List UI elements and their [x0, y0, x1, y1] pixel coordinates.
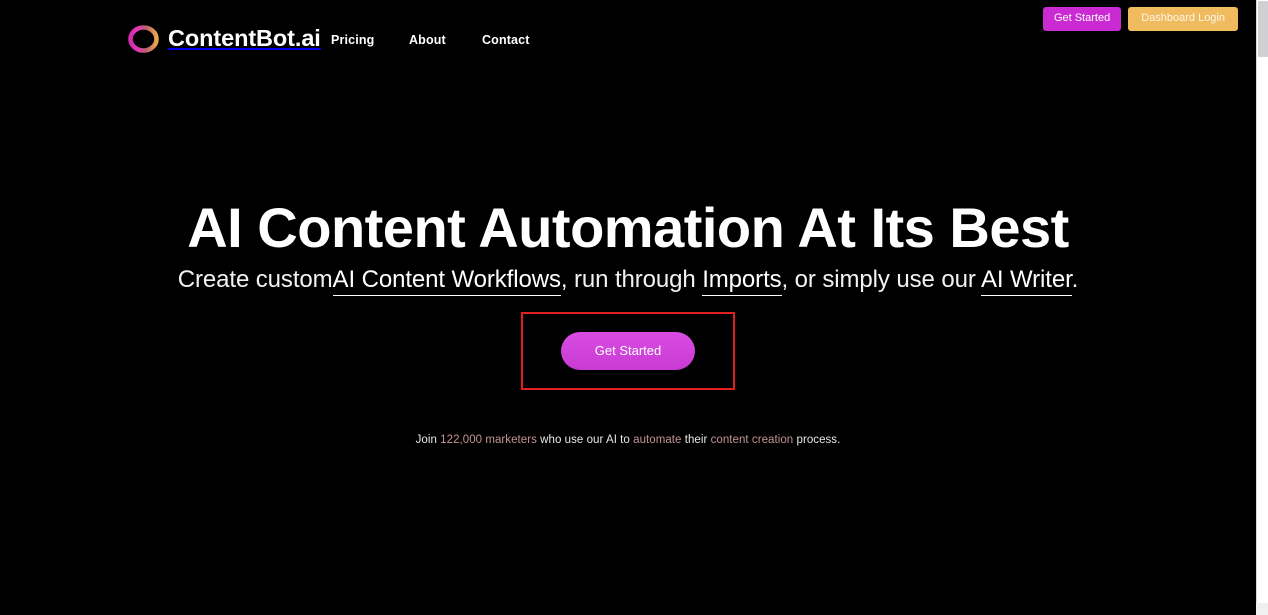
hero-subtitle-lead: Create custom: [177, 266, 333, 293]
note-accent-automate: automate: [633, 434, 682, 446]
note-part-3: their: [681, 434, 711, 446]
nav-action-buttons: Get Started Dashboard Login: [1042, 7, 1238, 31]
dashboard-login-button[interactable]: Dashboard Login: [1128, 7, 1238, 31]
hero-subtitle-tail: .: [1071, 266, 1079, 293]
brand-logo-link[interactable]: ContentBot.ai: [128, 19, 321, 59]
hero-link-ai-writer[interactable]: AI Writer: [980, 266, 1072, 296]
hero-link-ai-content-workflows[interactable]: AI Content Workflows: [332, 266, 561, 296]
hero-link-imports[interactable]: Imports: [702, 266, 782, 296]
scrollbar-corner: [1256, 603, 1268, 615]
top-navigation-bar: ContentBot.ai Pricing About Contact Get …: [0, 0, 1256, 72]
ring-logo-icon: [128, 25, 159, 53]
nav-links: Pricing About Contact: [331, 33, 542, 47]
nav-item-pricing[interactable]: Pricing: [331, 33, 409, 47]
hero-social-proof-note: Join 122,000 marketers who use our AI to…: [0, 432, 1256, 448]
hero-subtitle-mid-1: , run through: [560, 266, 703, 293]
hero-title: AI Content Automation At Its Best: [187, 196, 1069, 259]
note-part-2: who use our AI to: [536, 434, 634, 446]
nav-item-contact[interactable]: Contact: [482, 33, 542, 47]
nav-item-about[interactable]: About: [409, 33, 482, 47]
hero-cta-container: Get Started: [0, 312, 1256, 390]
hero-subtitle-mid-2: , or simply use our: [781, 266, 981, 293]
hero-subtitle: Create customAI Content Workflows, run t…: [0, 266, 1256, 296]
scrollbar-thumb[interactable]: [1258, 1, 1268, 57]
hero-get-started-button[interactable]: Get Started: [560, 332, 696, 370]
hero-section: AI Content Automation At Its Best Create…: [0, 72, 1256, 615]
page-root: ContentBot.ai Pricing About Contact Get …: [0, 0, 1268, 615]
brand-name-text: ContentBot.ai: [168, 25, 321, 52]
vertical-scrollbar[interactable]: [1256, 0, 1268, 615]
cta-highlight-box: Get Started: [520, 312, 736, 390]
note-part-4: process.: [793, 434, 841, 446]
note-accent-content-creation: content creation: [710, 434, 794, 446]
nav-get-started-button[interactable]: Get Started: [1042, 7, 1122, 31]
note-part-1: Join: [415, 434, 441, 446]
note-accent-marketers: 122,000 marketers: [440, 434, 537, 446]
